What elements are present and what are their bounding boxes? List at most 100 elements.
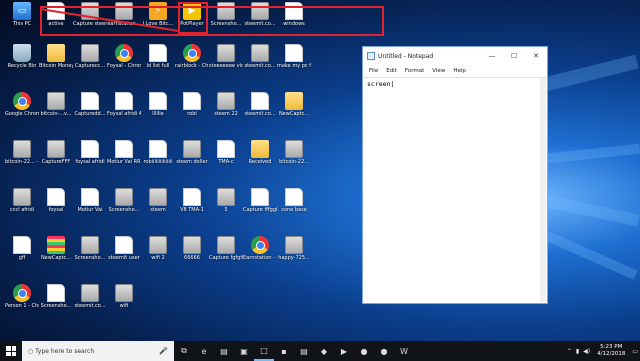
menu-file[interactable]: File [365, 68, 382, 74]
notepad-text-area[interactable]: screen| [364, 77, 546, 302]
desktop-icon[interactable]: happy-725... [277, 236, 311, 261]
desktop-icon[interactable]: foysal [39, 188, 73, 213]
desktop-icon[interactable]: Screensho... [107, 188, 141, 213]
desktop-icon[interactable]: lllllle [141, 92, 175, 117]
desktop-icon[interactable]: Received [243, 140, 277, 165]
desktop-icon[interactable]: Bitcoin Money ... [39, 44, 73, 69]
desktop-icon[interactable]: NewCaptc... [277, 92, 311, 117]
desktop-icon[interactable]: Recycle Bin [5, 44, 39, 69]
desktop-icon[interactable]: Capture fgfgfg [209, 236, 243, 261]
desktop-icon[interactable]: Person 1 - Chrome [5, 284, 39, 309]
desktop-icon[interactable]: make my pc faster [277, 44, 311, 69]
start-button[interactable] [0, 341, 22, 361]
desktop-icon[interactable]: Screensho... [39, 284, 73, 309]
desktop-icon[interactable]: NewCaptc... [39, 236, 73, 261]
desktop-icon[interactable]: steemit.co... [243, 92, 277, 117]
notepad-titlebar[interactable]: Untitled - Notepad — ☐ ✕ [363, 47, 547, 65]
desktop-icon-label: steeeeeee video [209, 63, 243, 69]
desktop-icon[interactable]: ▭ This PC [5, 2, 39, 27]
desktop-icon[interactable]: steem [141, 188, 175, 213]
microphone-icon[interactable]: 🎤 [159, 347, 168, 355]
word-icon[interactable]: W [394, 341, 414, 361]
menu-format[interactable]: Format [401, 68, 428, 74]
folder-icon[interactable]: ▤ [294, 341, 314, 361]
desktop-icon[interactable]: robi [175, 92, 209, 117]
desktop-icon[interactable]: steemit.co... [243, 44, 277, 69]
desktop-icon-label: bitcoin-...v... [40, 111, 72, 117]
desktop-icon[interactable]: Google Chrome [5, 92, 39, 117]
clock[interactable]: 5:23 PM 4/12/2018 [592, 344, 630, 358]
annotation-highlight [178, 2, 208, 34]
notifications-icon[interactable]: ▭ [630, 348, 640, 355]
img-file-icon [47, 140, 65, 158]
search-box[interactable]: ○ Type here to search 🎤 [22, 341, 174, 361]
edge-icon[interactable]: e [194, 341, 214, 361]
tray-chevron-icon[interactable]: ⌃ [565, 348, 574, 355]
menu-view[interactable]: View [428, 68, 449, 74]
img-file-icon [183, 236, 201, 254]
cmd-icon[interactable]: ▪ [274, 341, 294, 361]
desktop-icon[interactable]: Foysal - Chrome [107, 44, 141, 69]
desktop-icon[interactable]: Screensho... [73, 236, 107, 261]
img-file-icon [81, 236, 99, 254]
menu-help[interactable]: Help [449, 68, 470, 74]
volume-icon[interactable]: ◀) [581, 348, 592, 355]
desktop-icon[interactable]: 5 [209, 188, 243, 213]
desktop-icon[interactable]: foysal afridi [73, 140, 107, 165]
chrome-file-icon [251, 236, 269, 254]
chrome-icon[interactable]: ● [354, 341, 374, 361]
desktop-icon-label: wifi 2 [151, 255, 165, 261]
notepad-scrollbar[interactable] [540, 78, 546, 302]
minimize-button[interactable]: — [481, 52, 503, 60]
desktop-icon[interactable]: robiiiiiiiiiiiiiii [141, 140, 175, 165]
desktop-icon-label: V8 TMA-1 [180, 207, 204, 213]
desktop-icon[interactable]: Motiur Vai RRRRR [107, 140, 141, 165]
desktop-icon-label: foysal [48, 207, 64, 213]
desktop-icon[interactable]: Capturedd... [73, 92, 107, 117]
desktop-icon[interactable]: steemit.co... [73, 284, 107, 309]
desktop-icon[interactable]: wifi [107, 284, 141, 309]
task-view-icon[interactable]: ⧉ [174, 341, 194, 361]
desktop-icon[interactable]: gff [5, 236, 39, 261]
desktop-icon[interactable]: Earnstation - Chrome [243, 236, 277, 261]
desktop-icon[interactable]: Foysal afridi 4 [107, 92, 141, 117]
desktop-icon[interactable]: Motiur Vai [73, 188, 107, 213]
desktop-icon[interactable]: Capture fffggh [243, 188, 277, 213]
desktop-icon[interactable]: bitcoin-22... - Copy [5, 140, 39, 165]
desktop-icon-label: Motiur Vai RRRRR [107, 159, 141, 165]
file-explorer-icon[interactable]: ▤ [214, 341, 234, 361]
desktop-icon[interactable]: ld list full [141, 44, 175, 69]
menu-edit[interactable]: Edit [382, 68, 401, 74]
desktop-icon[interactable]: V8 TMA-1 [175, 188, 209, 213]
desktop-icon-label: Capturecc... [74, 63, 106, 69]
desktop-icon[interactable]: Capturecc... [73, 44, 107, 69]
desktop-icon-label: Google Chrome [5, 111, 39, 117]
desktop-icon[interactable]: bitcoin-22... [277, 140, 311, 165]
chrome-file-icon [13, 284, 31, 302]
desktop-icon[interactable]: steemit user [107, 236, 141, 261]
desktop-icon[interactable]: rairblock - Chrome [175, 44, 209, 69]
desktop-icon[interactable]: steem doller [175, 140, 209, 165]
desktop-icon-label: Foysal - Chrome [107, 63, 141, 69]
desktop-icon[interactable]: 66666 [175, 236, 209, 261]
app-icon[interactable]: ◆ [314, 341, 334, 361]
desktop-icon[interactable]: cccl afridi [5, 188, 39, 213]
desktop-icon[interactable]: cone base [277, 188, 311, 213]
doc-file-icon [81, 92, 99, 110]
store-icon[interactable]: ▣ [234, 341, 254, 361]
desktop-icon[interactable]: steem 22 [209, 92, 243, 117]
desktop-icon[interactable]: steeeeeee video [209, 44, 243, 69]
desktop-icon[interactable]: bitcoin-...v... [39, 92, 73, 117]
desktop-icon[interactable]: CaptureFFF [39, 140, 73, 165]
media-icon[interactable]: ▶ [334, 341, 354, 361]
light-beam [542, 230, 638, 280]
close-button[interactable]: ✕ [525, 52, 547, 60]
doc-file-icon [115, 140, 133, 158]
notepad-icon[interactable]: □ [254, 341, 274, 361]
desktop-icon[interactable]: TMA-c [209, 140, 243, 165]
desktop-icon[interactable]: wifi 2 [141, 236, 175, 261]
maximize-button[interactable]: ☐ [503, 52, 525, 60]
img-file-icon [217, 92, 235, 110]
chrome-icon-2[interactable]: ● [374, 341, 394, 361]
network-icon[interactable]: ▮ [574, 348, 581, 355]
